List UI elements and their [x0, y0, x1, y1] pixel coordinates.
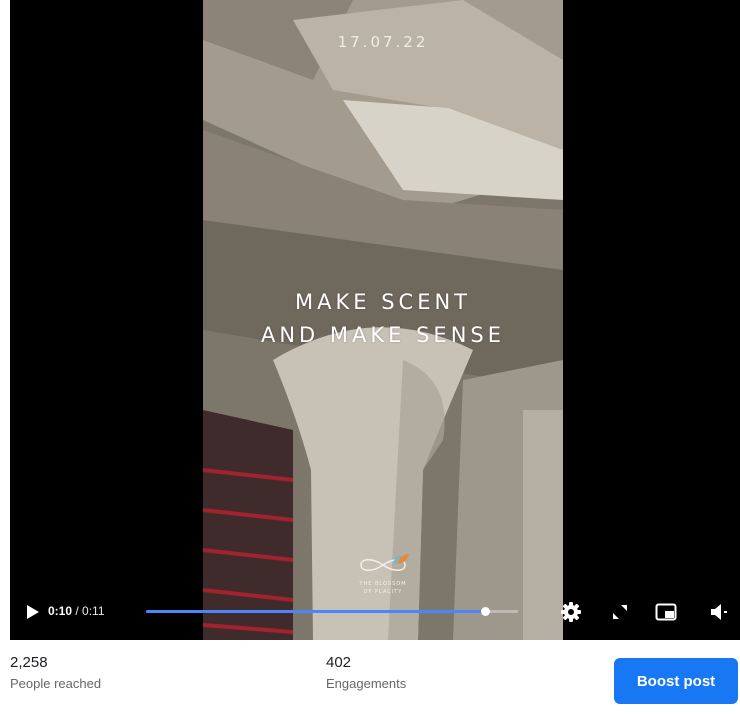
engagements-value: 402: [326, 654, 352, 671]
total-time: 0:11: [82, 604, 105, 618]
time-separator: /: [72, 604, 83, 618]
video-frame[interactable]: 17.07.22 MAKE SCENT AND MAKE SENSE THE B…: [203, 0, 563, 640]
settings-icon: [561, 602, 581, 622]
brand-name-line-1: THE BLOSSOM: [359, 581, 407, 587]
people-reached-label: People reached: [10, 676, 102, 691]
volume-icon: [711, 604, 727, 620]
brand-logo: THE BLOSSOM OF PLACITY: [333, 552, 433, 595]
engagements-stat: 402 Engagements: [326, 654, 406, 691]
infinity-leaf-icon: [360, 554, 409, 571]
boost-post-button[interactable]: Boost post: [614, 658, 738, 704]
video-controls: 0:10 / 0:11: [10, 592, 740, 632]
video-headline: MAKE SCENT AND MAKE SENSE: [203, 286, 563, 352]
fullscreen-icon: [613, 605, 627, 619]
headline-line-2: AND MAKE SENSE: [260, 323, 506, 347]
play-icon: [27, 605, 39, 619]
picture-in-picture-button[interactable]: [654, 601, 678, 623]
video-player[interactable]: 17.07.22 MAKE SCENT AND MAKE SENSE THE B…: [10, 0, 740, 640]
settings-button[interactable]: [559, 600, 583, 624]
playback-time: 0:10 / 0:11: [48, 604, 105, 618]
volume-button[interactable]: [708, 601, 732, 623]
current-time: 0:10: [48, 604, 73, 618]
picture-in-picture-icon: [655, 603, 677, 621]
play-button[interactable]: [24, 602, 42, 622]
people-reached-stat: 2,258 People reached: [10, 654, 101, 691]
progress-bar[interactable]: [146, 607, 518, 616]
video-date-overlay: 17.07.22: [337, 33, 429, 51]
progress-fill: [146, 610, 485, 613]
fullscreen-button[interactable]: [610, 602, 630, 622]
headline-line-1: MAKE SCENT: [295, 290, 471, 314]
people-reached-value: 2,258: [10, 654, 48, 671]
progress-scrubber[interactable]: [480, 607, 490, 616]
engagements-label: Engagements: [326, 676, 407, 691]
